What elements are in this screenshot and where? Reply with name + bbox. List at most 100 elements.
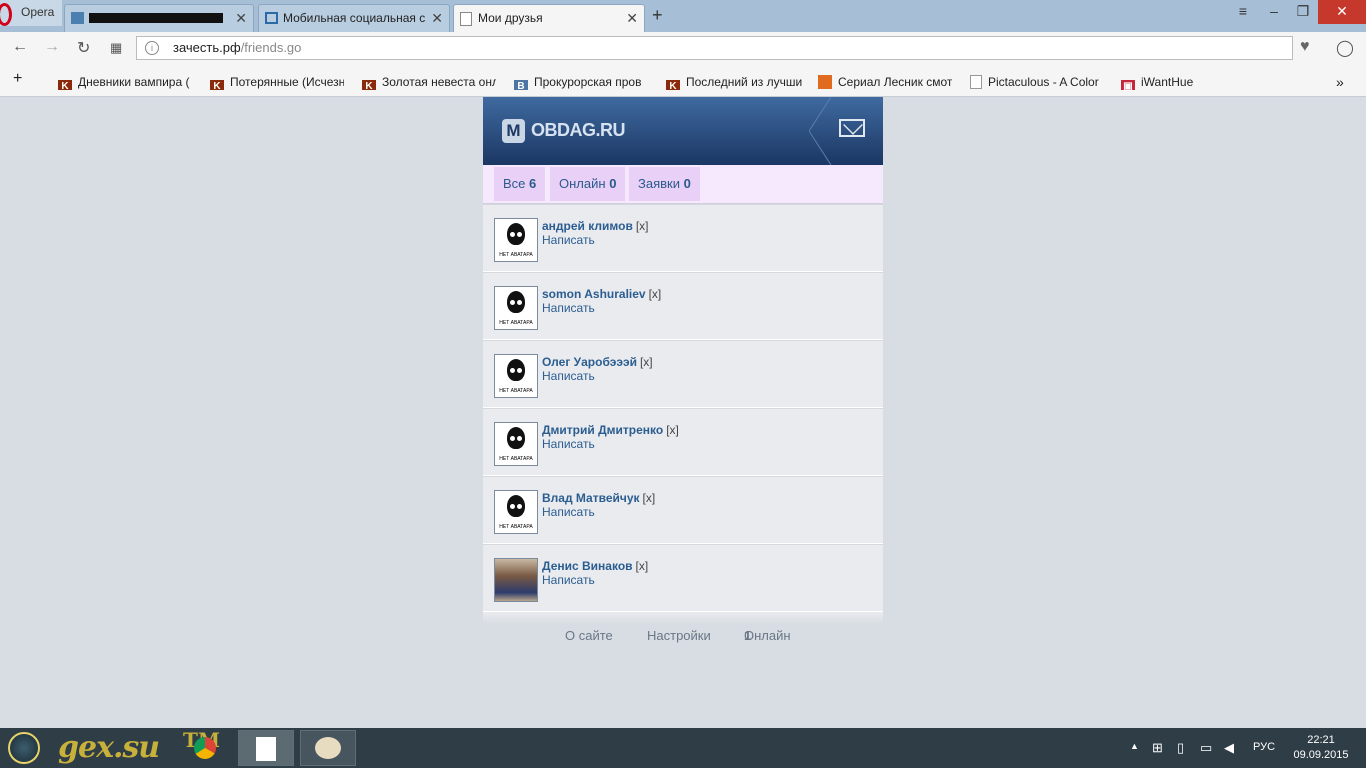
tab-online[interactable]: Онлайн 0 (550, 167, 626, 201)
bookmark-item[interactable]: ▣ iWantHue (1121, 74, 1211, 90)
restore-icon[interactable]: ❐ (1290, 0, 1316, 24)
friend-name-link[interactable]: андрей климов [x] (542, 219, 649, 233)
system-clock[interactable]: 22:21 09.09.2015 (1290, 733, 1352, 763)
close-tab-icon[interactable]: ✕ (235, 5, 247, 31)
bookmark-item[interactable]: Сериал Лесник смот (818, 74, 952, 90)
friend-name-link[interactable]: Олег Уаробэээй [x] (542, 355, 653, 369)
logo-text[interactable]: OBDAG.RU (531, 120, 626, 141)
no-avatar-image[interactable]: НЕТ АВАТАРА (494, 286, 538, 330)
bookmarks-bar: + K Дневники вампира ( K Потерянные (Исчез… (0, 65, 1366, 97)
volume-icon[interactable]: ◀ (1224, 740, 1234, 756)
close-tab-icon[interactable]: ✕ (626, 5, 638, 31)
no-avatar-image[interactable]: НЕТ АВАТАРА (494, 490, 538, 534)
document-icon (256, 737, 276, 761)
gex-logo: gex.su (58, 730, 160, 765)
forward-arrow-icon[interactable]: → (44, 38, 60, 56)
remove-friend-link[interactable]: [x] (636, 559, 649, 573)
write-message-link[interactable]: Написать (542, 505, 595, 519)
friend-row: НЕТ АВАТАРА Дмитрий Дмитренко [x] Написат… (483, 408, 883, 476)
mobile-page: M OBDAG.RU Все 6 Онлайн 0 Заявки 0 НЕТ А… (483, 97, 883, 624)
reload-icon[interactable]: ↻ (77, 38, 90, 58)
online-link[interactable]: Онлайн 1 (744, 628, 791, 643)
tab-1[interactable]: ✕ (64, 4, 254, 32)
bookmark-item[interactable]: B Прокурорская пров (514, 74, 648, 90)
url-text: зачесть.рф/friends.go (173, 40, 302, 55)
minimize-icon[interactable]: – (1262, 0, 1286, 24)
no-avatar-image[interactable]: НЕТ АВАТАРА (494, 354, 538, 398)
page-icon (460, 12, 472, 26)
friend-photo[interactable] (494, 558, 538, 602)
more-bookmarks-icon[interactable]: » (1336, 74, 1344, 90)
clock-date: 09.09.2015 (1293, 749, 1349, 761)
page-bottom-shadow (483, 612, 883, 624)
bookmark-item[interactable]: K Дневники вампира ( (58, 74, 192, 90)
remove-friend-link[interactable]: [x] (666, 423, 679, 437)
tray-expand-icon[interactable]: ▲ (1130, 741, 1139, 751)
tab-strip: Opera ✕ Мобильная социальная с ✕ Мои дру… (0, 0, 1366, 33)
taskbar-paint[interactable] (300, 730, 356, 766)
tab-title: Мобильная социальная с (283, 11, 425, 25)
friend-name-link[interactable]: Дмитрий Дмитренко [x] (542, 423, 679, 437)
opera-label: Opera (21, 5, 55, 19)
k-icon: K (362, 80, 376, 90)
start-button[interactable] (8, 732, 40, 764)
remove-friend-link[interactable]: [x] (643, 491, 656, 505)
bookmark-item[interactable]: K Золотая невеста онл (362, 74, 496, 90)
no-avatar-image[interactable]: НЕТ АВАТАРА (494, 218, 538, 262)
opera-menu-button[interactable]: Opera (0, 0, 62, 26)
write-message-link[interactable]: Написать (542, 573, 595, 587)
language-indicator[interactable]: РУС (1253, 741, 1275, 753)
remove-friend-link[interactable]: [x] (649, 287, 662, 301)
about-link[interactable]: О сайте (565, 628, 613, 643)
close-tab-icon[interactable]: ✕ (431, 5, 443, 31)
tab-all[interactable]: Все 6 (494, 167, 546, 201)
write-message-link[interactable]: Написать (542, 369, 595, 383)
k-icon: K (210, 80, 224, 90)
window-close-icon[interactable]: ✕ (1318, 0, 1366, 24)
bookmark-item[interactable]: K Последний из лучши (666, 74, 802, 90)
battery-icon[interactable]: ▯ (1177, 740, 1184, 756)
tab-menu-icon[interactable]: ≡ (1232, 0, 1254, 24)
mail-button[interactable] (809, 97, 883, 165)
tab-2[interactable]: Мобильная социальная с ✕ (258, 4, 450, 32)
site-info-icon[interactable]: i (145, 41, 159, 55)
friend-row: НЕТ АВАТАРА somon Ashuraliev [x] Написать (483, 272, 883, 340)
new-tab-plus-icon[interactable]: + (652, 5, 663, 26)
friend-row: Денис Винаков [x] Написать (483, 544, 883, 612)
back-arrow-icon[interactable]: ← (12, 38, 28, 56)
friend-row: НЕТ АВАТАРА Влад Матвейчук [x] Написать (483, 476, 883, 544)
action-center-icon[interactable]: ⊞ (1152, 740, 1163, 756)
network-icon[interactable]: ▭ (1200, 740, 1212, 756)
friend-row: НЕТ АВАТАРА андрей климов [x] Написать (483, 204, 883, 272)
v-icon: B (514, 80, 528, 90)
write-message-link[interactable]: Написать (542, 233, 595, 247)
account-icon[interactable]: ◯ (1336, 38, 1354, 58)
tab-favicon (71, 12, 84, 24)
url-input[interactable]: i зачесть.рф/friends.go (136, 36, 1293, 60)
taskbar-notepad[interactable] (238, 730, 294, 766)
logo-badge[interactable]: M (502, 119, 525, 143)
settings-link[interactable]: Настройки (647, 628, 711, 643)
write-message-link[interactable]: Написать (542, 301, 595, 315)
k-icon: K (666, 80, 680, 90)
friend-name-link[interactable]: Влад Матвейчук [x] (542, 491, 655, 505)
friend-name-link[interactable]: Денис Винаков [x] (542, 559, 648, 573)
bookmark-item[interactable]: K Потерянные (Исчезн (210, 74, 344, 90)
heart-icon[interactable]: ♥ (1300, 38, 1310, 56)
speed-dial-grid-icon[interactable]: ▦ (110, 40, 122, 56)
add-bookmark-plus-icon[interactable]: + (13, 71, 22, 87)
remove-friend-link[interactable]: [x] (640, 355, 653, 369)
tab-3-active[interactable]: Мои друзья ✕ (453, 4, 645, 33)
tab-requests[interactable]: Заявки 0 (629, 167, 700, 201)
write-message-link[interactable]: Написать (542, 437, 595, 451)
tab-title-redacted (89, 13, 223, 23)
clock-time: 22:21 (1307, 734, 1335, 746)
windows-taskbar: gex.su TM ▲ ⊞ ▯ ▭ ◀ РУС 22:21 09.09.2015 (0, 728, 1366, 768)
chrome-icon[interactable] (194, 737, 216, 759)
no-avatar-image[interactable]: НЕТ АВАТАРА (494, 422, 538, 466)
friend-name-link[interactable]: somon Ashuraliev [x] (542, 287, 661, 301)
bookmark-item[interactable]: Pictaculous - A Color (970, 74, 1102, 90)
remove-friend-link[interactable]: [x] (636, 219, 649, 233)
friends-filter-bar: Все 6 Онлайн 0 Заявки 0 (483, 165, 883, 204)
envelope-icon (839, 119, 865, 137)
